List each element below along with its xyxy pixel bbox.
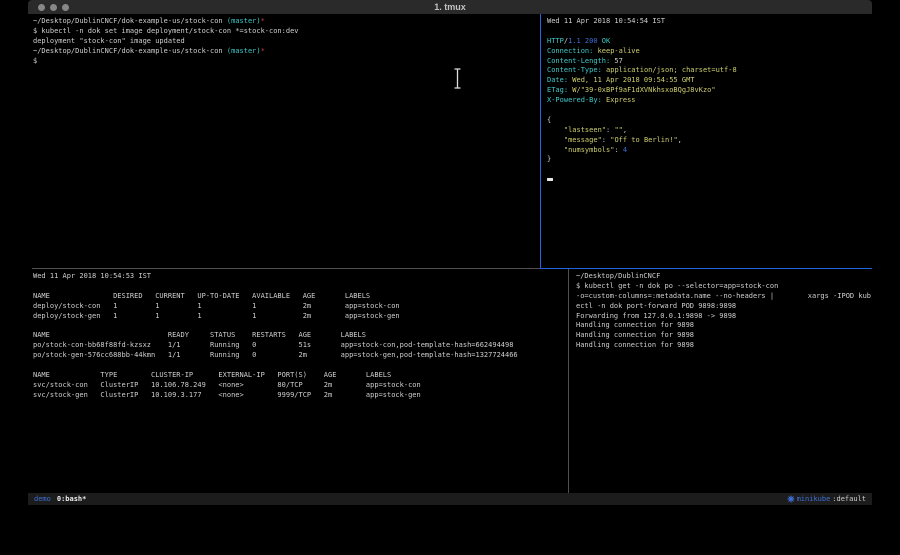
pane-top-right[interactable]: Wed 11 Apr 2018 10:54:54 IST HTTP/1.1 20…	[541, 14, 872, 268]
terminal-line: deploy/stock-con 1 1 1 1 2m app=stock-co…	[33, 302, 568, 312]
terminal-line: po/stock-gen-576cc688bb-44kmn 1/1 Runnin…	[33, 351, 568, 361]
terminal-line	[33, 321, 568, 331]
terminal-line: $ kubectl -n dok set image deployment/st…	[33, 27, 540, 37]
window-title: 1. tmux	[28, 0, 872, 14]
terminal-line: ~/Desktop/DublinCNCF	[576, 272, 872, 282]
terminal-line: Content-Type: application/json; charset=…	[547, 66, 872, 76]
terminal-line: "numsymbols": 4	[547, 146, 872, 156]
terminal-window: 1. tmux ~/Desktop/DublinCNCF/dok-example…	[28, 0, 872, 505]
terminal-line: ~/Desktop/DublinCNCF/dok-example-us/stoc…	[33, 17, 540, 27]
window-list-item[interactable]: 0:bash*	[57, 495, 87, 503]
terminal-line: NAME READY STATUS RESTARTS AGE LABELS	[33, 331, 568, 341]
terminal-line	[547, 106, 872, 116]
pane-top-left[interactable]: ~/Desktop/DublinCNCF/dok-example-us/stoc…	[28, 14, 540, 268]
terminal-line	[547, 165, 872, 175]
terminal-line: deployment "stock-con" image updated	[33, 37, 540, 47]
terminal-line: svc/stock-gen ClusterIP 10.109.3.177 <no…	[33, 391, 568, 401]
window-titlebar: 1. tmux	[28, 0, 872, 15]
terminal-line: Handling connection for 9898	[576, 331, 872, 341]
terminal-line: Handling connection for 9898	[576, 321, 872, 331]
helm-wheel-icon	[787, 495, 795, 503]
terminal-line	[547, 27, 872, 37]
terminal-line: Date: Wed, 11 Apr 2018 09:54:55 GMT	[547, 76, 872, 86]
tmux-content: ~/Desktop/DublinCNCF/dok-example-us/stoc…	[28, 14, 872, 493]
terminal-line: HTTP/1.1 200 OK	[547, 37, 872, 47]
terminal-line: X-Powered-By: Express	[547, 96, 872, 106]
terminal-line: ETag: W/"39-0xBPf9aF1dXVNkhsxoBQgJ8vKzo"	[547, 86, 872, 96]
terminal-line: Handling connection for 9898	[576, 341, 872, 351]
terminal-line: "lastseen": "",	[547, 126, 872, 136]
pane-bottom-right[interactable]: ~/Desktop/DublinCNCF$ kubectl get -n dok…	[569, 269, 872, 493]
terminal-line: Wed 11 Apr 2018 10:54:54 IST	[547, 17, 872, 27]
terminal-line: Content-Length: 57	[547, 57, 872, 67]
terminal-line: NAME TYPE CLUSTER-IP EXTERNAL-IP PORT(S)…	[33, 371, 568, 381]
terminal-line: deploy/stock-gen 1 1 1 1 2m app=stock-ge…	[33, 312, 568, 322]
pane-divider-vertical[interactable]	[568, 269, 569, 493]
block-cursor	[547, 178, 553, 182]
pane-bottom-left[interactable]: Wed 11 Apr 2018 10:54:53 IST NAME DESIRE…	[28, 269, 568, 493]
terminal-line: $	[33, 57, 540, 67]
terminal-line: $ kubectl get -n dok po --selector=app=s…	[576, 282, 872, 292]
terminal-line: }	[547, 155, 872, 165]
terminal-line: Wed 11 Apr 2018 10:54:53 IST	[33, 272, 568, 282]
kube-namespace: :default	[832, 495, 866, 503]
terminal-line	[547, 175, 872, 185]
terminal-line	[33, 282, 568, 292]
terminal-line: ectl -n dok port-forward POD 9898:9898	[576, 302, 872, 312]
terminal-line: ~/Desktop/DublinCNCF/dok-example-us/stoc…	[33, 47, 540, 57]
terminal-line: -o=custom-columns=:metadata.name --no-he…	[576, 292, 872, 302]
session-name: demo	[34, 495, 51, 503]
terminal-line: NAME DESIRED CURRENT UP-TO-DATE AVAILABL…	[33, 292, 568, 302]
pane-divider-horizontal[interactable]	[32, 268, 540, 269]
kube-context: minikube	[797, 495, 831, 503]
tmux-status-bar: demo 0:bash* minikube :default	[28, 493, 872, 505]
terminal-line: po/stock-con-bb68f88fd-kzsxz 1/1 Running…	[33, 341, 568, 351]
terminal-line: "message": "Off to Berlin!",	[547, 136, 872, 146]
terminal-line: Connection: keep-alive	[547, 47, 872, 57]
active-pane-border-vertical[interactable]	[540, 14, 541, 269]
terminal-line: svc/stock-con ClusterIP 10.106.78.249 <n…	[33, 381, 568, 391]
active-pane-border-horizontal[interactable]	[540, 268, 872, 269]
mouse-ibeam-cursor	[454, 68, 461, 89]
terminal-line: Forwarding from 127.0.0.1:9898 -> 9898	[576, 312, 872, 322]
terminal-line	[33, 361, 568, 371]
terminal-line: {	[547, 116, 872, 126]
